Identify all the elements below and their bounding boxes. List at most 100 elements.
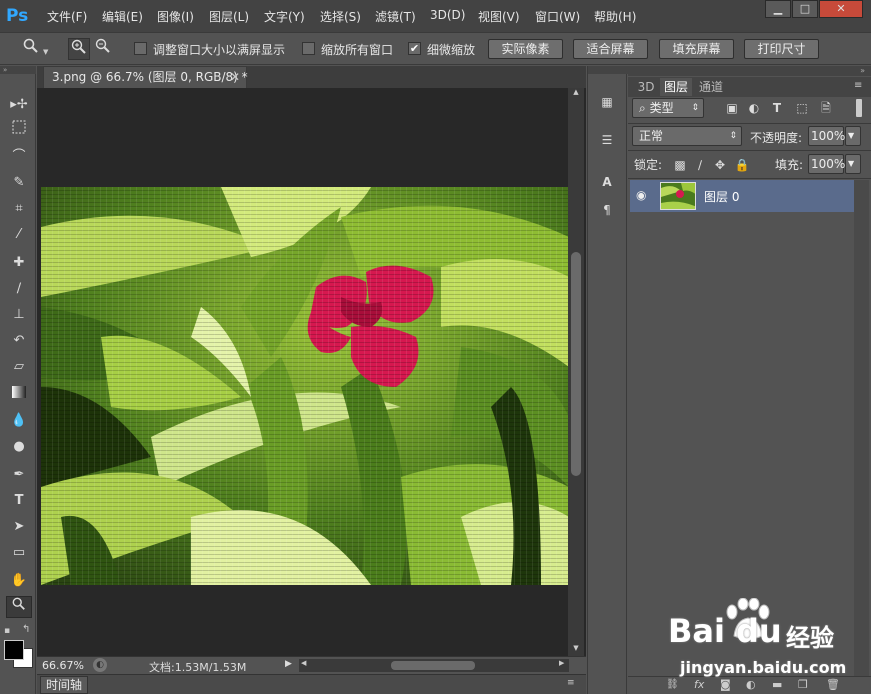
lock-all-icon[interactable]: 🔒 (734, 157, 750, 173)
lasso-tool-icon[interactable]: ⌒ (6, 146, 32, 168)
menu-view[interactable]: 视图(V) (478, 8, 520, 25)
move-tool-icon[interactable]: ▸✢ (6, 94, 32, 116)
eraser-tool-icon[interactable]: ▱ (6, 356, 32, 378)
brush-tool-icon[interactable]: ∕ (6, 278, 32, 300)
menu-type[interactable]: 文字(Y) (264, 8, 305, 25)
layer-row[interactable]: ◉ 图层 0 (630, 180, 854, 212)
fit-screen-button[interactable]: 适合屏幕 (573, 39, 648, 59)
filter-type-icon[interactable]: T (769, 100, 785, 116)
document-area: 3.png @ 66.7% (图层 0, RGB/8) * ✕ ▲ ▼ 66.6… (37, 66, 586, 694)
chevron-down-icon[interactable]: ▼ (43, 48, 48, 56)
marquee-tool-icon[interactable] (6, 120, 32, 142)
lock-transparent-pixels-icon[interactable]: ▩ (672, 157, 688, 173)
watermark-cn: 经验 (786, 624, 834, 652)
zoom-icon[interactable] (20, 38, 42, 60)
default-colors-icon[interactable]: ▪ (4, 626, 10, 636)
menu-layer[interactable]: 图层(L) (209, 8, 249, 25)
dodge-tool-icon[interactable]: ● (6, 436, 32, 458)
vertical-scroll-thumb[interactable] (571, 252, 581, 476)
minimize-button[interactable]: ▁ (765, 0, 791, 18)
blend-mode-dropdown[interactable]: 正常 ⇕ (632, 126, 742, 146)
horizontal-scroll-thumb[interactable] (391, 661, 475, 670)
scroll-up-icon[interactable]: ▲ (568, 88, 584, 100)
document-tab[interactable]: 3.png @ 66.7% (图层 0, RGB/8) * ✕ (43, 66, 248, 88)
layer-filter-dropdown[interactable]: ⌕ 类型 ⇕ (632, 98, 704, 118)
paragraph-panel-icon[interactable]: ¶ (599, 202, 615, 218)
lock-position-icon[interactable]: ✥ (712, 157, 728, 173)
doc-info-icon[interactable]: ◐ (93, 658, 107, 672)
history-brush-tool-icon[interactable]: ↶ (6, 330, 32, 352)
menu-select[interactable]: 选择(S) (320, 8, 361, 25)
hand-tool-icon[interactable]: ✋ (6, 570, 32, 592)
path-selection-tool-icon[interactable]: ➤ (6, 516, 32, 538)
fill-slider-button[interactable]: ▼ (845, 154, 861, 174)
menu-filter[interactable]: 滤镜(T) (375, 8, 416, 25)
print-size-button[interactable]: 打印尺寸 (744, 39, 819, 59)
panel-collapse-icon[interactable]: » (628, 66, 871, 76)
close-tab-icon[interactable]: ✕ (230, 67, 240, 88)
scroll-down-icon[interactable]: ▼ (568, 644, 584, 656)
swatches-panel-icon[interactable]: ▦ (599, 94, 615, 110)
rectangle-tool-icon[interactable]: ▭ (6, 542, 32, 564)
menu-bar: Ps 文件(F) 编辑(E) 图像(I) 图层(L) 文字(Y) 选择(S) 滤… (0, 0, 871, 32)
timeline-bar: 时间轴 ≡ (37, 674, 586, 694)
filter-toggle-switch[interactable] (856, 99, 862, 117)
lock-image-pixels-icon[interactable]: ∕ (692, 157, 708, 173)
filter-shape-icon[interactable]: ⬚ (794, 100, 810, 116)
menu-3d[interactable]: 3D(D) (430, 8, 465, 22)
menu-help[interactable]: 帮助(H) (594, 8, 636, 25)
eye-icon[interactable]: ◉ (636, 188, 646, 202)
maximize-button[interactable]: □ (792, 0, 818, 18)
filter-adjustment-icon[interactable]: ◐ (746, 100, 762, 116)
scroll-right-icon[interactable]: ▶ (559, 659, 564, 667)
tab-channels[interactable]: 通道 (694, 78, 728, 96)
filter-smart-object-icon[interactable]: 🗎 (818, 100, 834, 116)
vertical-scrollbar[interactable]: ▲ ▼ (568, 88, 584, 656)
pen-tool-icon[interactable]: ✒ (6, 464, 32, 486)
collapse-arrows-icon[interactable]: » (0, 66, 36, 74)
zoom-in-icon[interactable] (68, 38, 90, 60)
menu-edit[interactable]: 编辑(E) (102, 8, 143, 25)
filter-pixel-icon[interactable]: ▣ (724, 100, 740, 116)
zoom-all-windows-checkbox[interactable] (302, 42, 315, 55)
crop-tool-icon[interactable]: ⌗ (6, 198, 32, 220)
opacity-slider-button[interactable]: ▼ (845, 126, 861, 146)
character-panel-icon[interactable]: A (599, 174, 615, 190)
zoom-all-windows-label: 缩放所有窗口 (321, 43, 394, 57)
canvas-image[interactable] (41, 187, 569, 585)
scrubby-zoom-checkbox[interactable]: ✔ (408, 42, 421, 55)
opacity-input[interactable]: 100% (808, 126, 845, 146)
tab-3d[interactable]: 3D (633, 78, 659, 96)
fill-screen-button[interactable]: 填充屏幕 (659, 39, 734, 59)
menu-file[interactable]: 文件(F) (47, 8, 87, 25)
properties-panel-icon[interactable]: ☰ (599, 132, 615, 148)
timeline-menu-icon[interactable]: ≡ (567, 678, 575, 688)
close-button[interactable]: ✕ (819, 0, 863, 18)
timeline-tab[interactable]: 时间轴 (40, 676, 88, 694)
status-menu-arrow-icon[interactable]: ▶ (285, 659, 292, 669)
clone-stamp-tool-icon[interactable]: ⊥ (6, 304, 32, 326)
eyedropper-tool-icon[interactable]: ⁄ (6, 224, 32, 246)
zoom-level[interactable]: 66.67% (42, 659, 84, 672)
blur-tool-icon[interactable]: 💧 (6, 410, 32, 432)
foreground-color-swatch[interactable] (4, 640, 24, 660)
gradient-tool-icon[interactable] (6, 384, 32, 406)
horizontal-scrollbar[interactable]: ◀ ▶ (299, 659, 569, 672)
type-tool-icon[interactable]: T (6, 490, 32, 512)
resize-windows-checkbox[interactable] (134, 42, 147, 55)
scroll-left-icon[interactable]: ◀ (301, 659, 306, 667)
quick-selection-tool-icon[interactable]: ✎ (6, 172, 32, 194)
panel-menu-icon[interactable]: ≡ (854, 80, 862, 91)
layer-name[interactable]: 图层 0 (704, 188, 739, 205)
tab-layers[interactable]: 图层 (660, 78, 692, 96)
swap-colors-icon[interactable]: ↰ (22, 624, 30, 635)
zoom-tool-icon[interactable] (6, 596, 32, 618)
zoom-out-icon[interactable] (92, 38, 114, 60)
menu-image[interactable]: 图像(I) (157, 8, 194, 25)
layer-filter-label: 类型 (649, 101, 674, 115)
healing-brush-tool-icon[interactable]: ✚ (6, 252, 32, 274)
layer-thumbnail (660, 182, 696, 210)
actual-pixels-button[interactable]: 实际像素 (488, 39, 563, 59)
menu-window[interactable]: 窗口(W) (535, 8, 580, 25)
fill-input[interactable]: 100% (808, 154, 845, 174)
